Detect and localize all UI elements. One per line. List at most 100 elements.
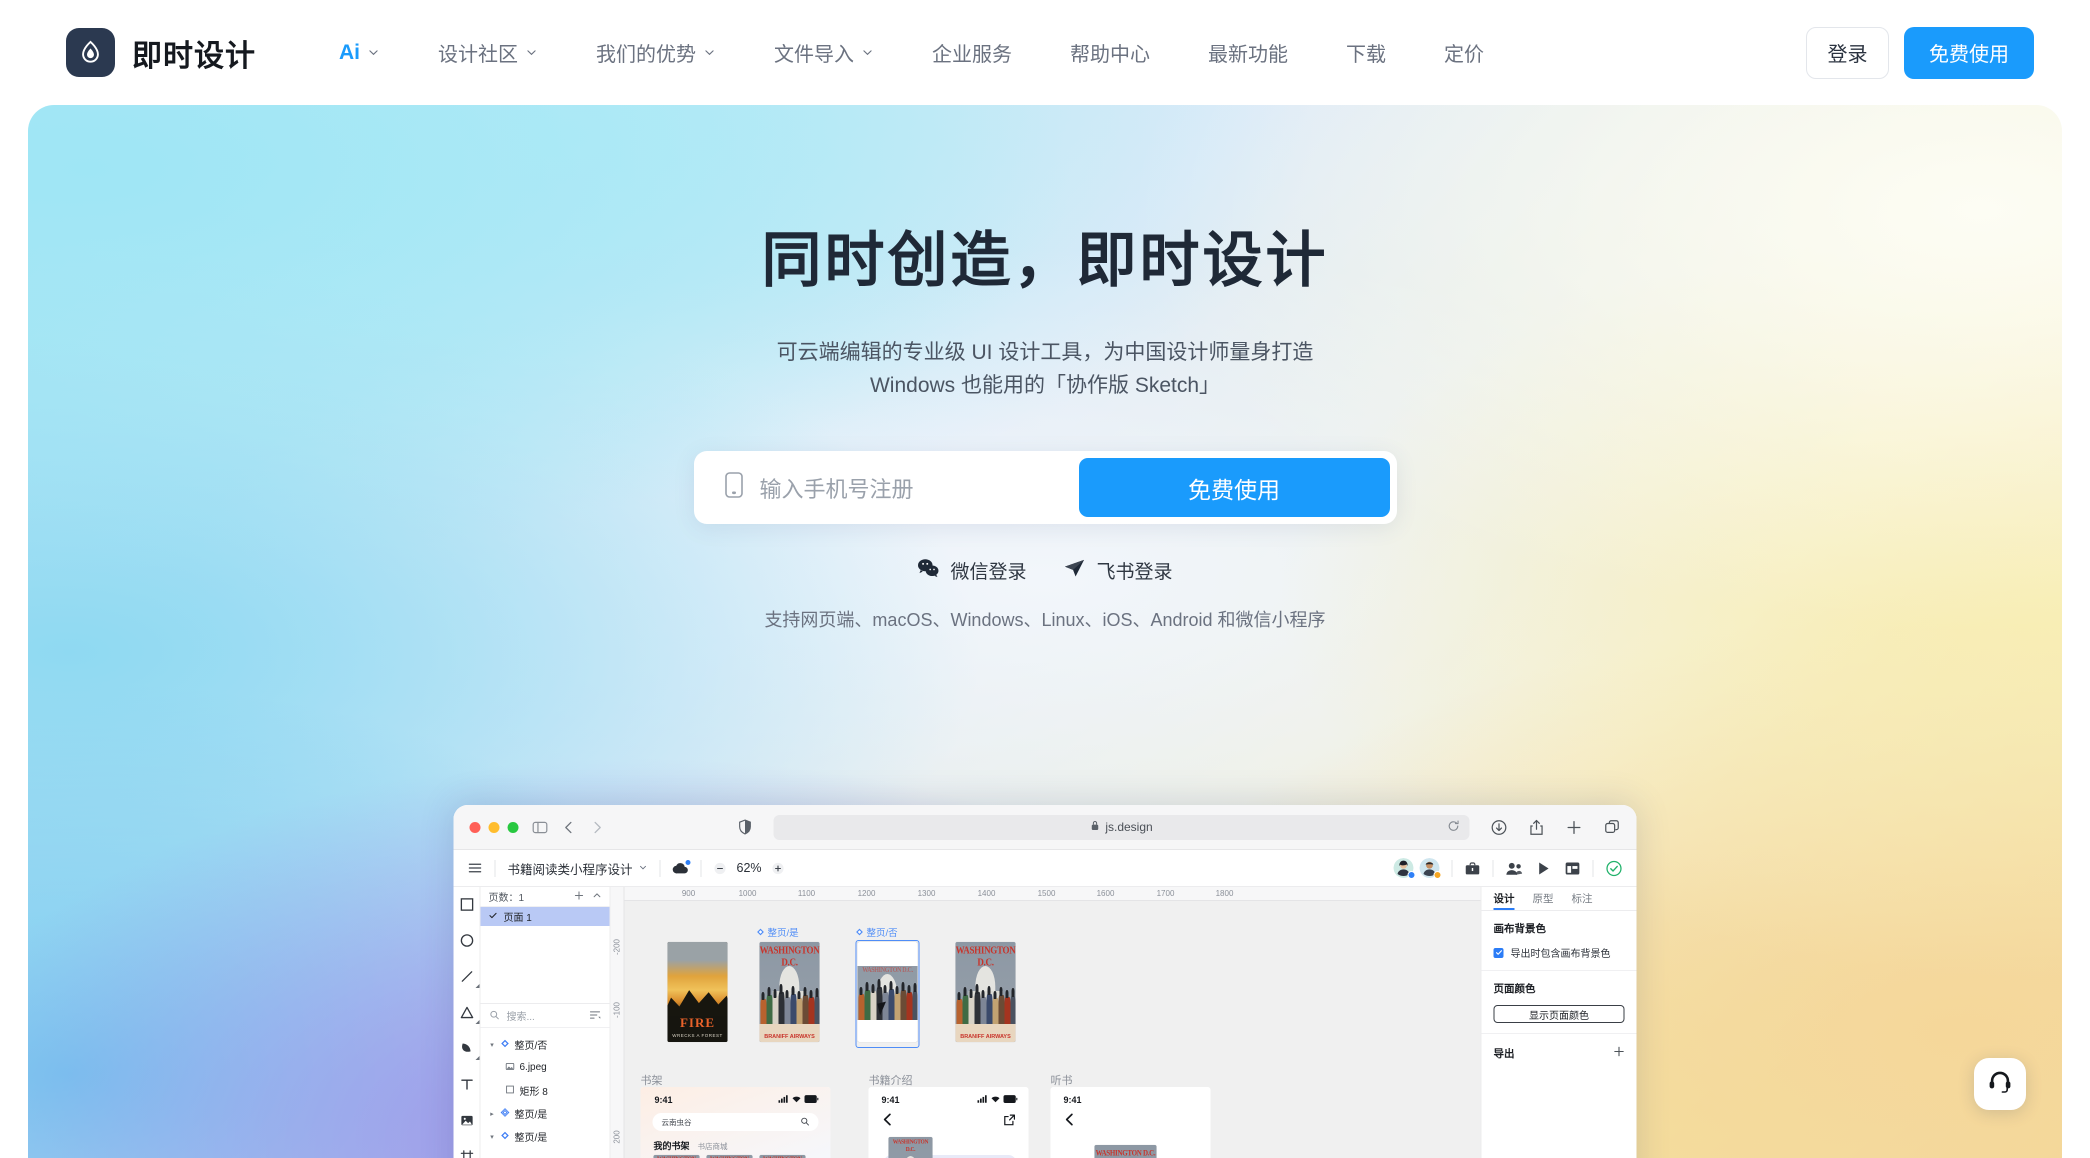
- share-icon[interactable]: [1529, 819, 1545, 836]
- phone-input-wrap[interactable]: 输入手机号注册: [701, 458, 1079, 517]
- component-set-icon: [500, 1107, 510, 1120]
- plus-icon[interactable]: [1566, 819, 1583, 836]
- reload-icon[interactable]: [1448, 819, 1460, 835]
- washington-poster-alt[interactable]: WASHINGTON D.C. BRANIFF AIRWAYS: [955, 942, 1016, 1042]
- fire-poster[interactable]: FIRE WRECKS A FOREST: [667, 942, 728, 1042]
- hero-signup-button[interactable]: 免费使用: [1078, 458, 1390, 518]
- artboard-name-book-intro[interactable]: 书籍介绍: [869, 1072, 913, 1088]
- share-external-icon[interactable]: [1004, 1113, 1016, 1131]
- layer-search[interactable]: 搜索...: [480, 1004, 610, 1028]
- nav-item-enterprise[interactable]: 企业服务: [903, 38, 1041, 67]
- tab-annotation[interactable]: 标注: [1572, 887, 1593, 910]
- artboard-label[interactable]: 整页/是: [757, 925, 799, 939]
- layer-row[interactable]: ▾ 整页/是: [481, 1125, 610, 1148]
- brand-logo[interactable]: 即时设计: [66, 28, 256, 77]
- nav-item-download[interactable]: 下载: [1317, 38, 1415, 67]
- washington-poster[interactable]: WASHINGTON D.C. BRANIFF AIRWAYS: [759, 942, 820, 1042]
- caret-expanded-icon[interactable]: ▾: [489, 1133, 496, 1141]
- book-cover[interactable]: WASHINGTON D.C.: [1094, 1145, 1157, 1158]
- top-navbar: 即时设计 Ai 设计社区 我们的优势 文件导入 企业服务 帮助中心 最新功能 下…: [0, 0, 2090, 105]
- hamburger-icon[interactable]: [468, 861, 483, 875]
- nav-item-ai[interactable]: Ai: [310, 41, 409, 65]
- shield-icon[interactable]: [738, 819, 753, 835]
- login-button[interactable]: 登录: [1806, 26, 1889, 79]
- chevron-up-icon[interactable]: [593, 891, 602, 903]
- check-circle-icon[interactable]: [1606, 860, 1623, 877]
- minus-icon[interactable]: [714, 862, 727, 875]
- line-tool-icon[interactable]: [458, 968, 479, 988]
- zoom-level-label: 62%: [736, 861, 762, 875]
- tab-prototype[interactable]: 原型: [1533, 887, 1554, 910]
- support-button[interactable]: [1974, 1058, 2026, 1110]
- checkbox-checked-icon[interactable]: [1493, 947, 1504, 958]
- cloud-status-icon[interactable]: [672, 860, 691, 875]
- layer-row[interactable]: 6.jpeg: [481, 1056, 610, 1079]
- rectangle-tool-icon[interactable]: [458, 896, 475, 913]
- close-window-icon[interactable]: [469, 821, 481, 833]
- tab-my-bookshelf[interactable]: 我的书架: [654, 1139, 690, 1152]
- signup-cta-button[interactable]: 免费使用: [1904, 26, 2034, 79]
- image-tool-icon[interactable]: [458, 1112, 475, 1129]
- back-arrow-icon[interactable]: [562, 820, 577, 835]
- artboard-audiobook[interactable]: 9:41 WASHINGTON D.C.: [1050, 1087, 1211, 1158]
- present-play-icon[interactable]: [1537, 861, 1551, 876]
- layer-row[interactable]: ▸ 整页/是: [481, 1102, 610, 1125]
- minimize-window-icon[interactable]: [488, 821, 500, 833]
- back-chevron-icon[interactable]: [883, 1113, 893, 1131]
- avatar-user-1[interactable]: [1393, 858, 1416, 879]
- search-icon[interactable]: [801, 1113, 810, 1131]
- design-canvas[interactable]: 900 1000 1100 1200 1300 1400 1500 1600 1…: [610, 887, 1481, 1158]
- copy-tabs-icon[interactable]: [1604, 819, 1621, 836]
- file-name-dropdown[interactable]: 书籍阅读类小程序设计: [508, 859, 648, 878]
- maximize-window-icon[interactable]: [507, 821, 519, 833]
- back-chevron-icon[interactable]: [1065, 1113, 1075, 1131]
- frame-tool-icon[interactable]: [458, 1148, 475, 1158]
- tab-bookstore[interactable]: 书店商城: [698, 1141, 728, 1152]
- wechat-login-button[interactable]: 微信登录: [917, 557, 1027, 584]
- forward-arrow-icon[interactable]: [590, 820, 605, 835]
- collaborator-avatars[interactable]: [1393, 858, 1442, 879]
- plus-icon[interactable]: [772, 862, 785, 875]
- text-tool-icon[interactable]: [458, 1076, 475, 1093]
- selection-box[interactable]: [855, 940, 920, 1048]
- include-canvas-bg-checkbox-row[interactable]: 导出时包含画布背景色: [1493, 945, 1625, 960]
- nav-item-file-import[interactable]: 文件导入: [745, 38, 903, 67]
- nav-item-community[interactable]: 设计社区: [409, 38, 567, 67]
- caret-collapsed-icon[interactable]: ▸: [489, 1110, 496, 1118]
- artboard-name-audiobook[interactable]: 听书: [1051, 1072, 1073, 1088]
- nav-item-pricing[interactable]: 定价: [1415, 38, 1513, 67]
- nav-item-advantages[interactable]: 我们的优势: [567, 38, 745, 67]
- divider: [1492, 859, 1494, 877]
- briefcase-icon[interactable]: [1465, 861, 1481, 876]
- avatar-user-2[interactable]: [1419, 858, 1442, 879]
- sidebar-toggle-icon[interactable]: [532, 819, 549, 836]
- layer-row[interactable]: ▾ 整页/否: [481, 1033, 610, 1056]
- download-icon[interactable]: [1491, 819, 1508, 836]
- invite-people-icon[interactable]: [1506, 861, 1523, 876]
- window-traffic-lights[interactable]: [469, 821, 519, 833]
- layout-panel-icon[interactable]: [1565, 861, 1581, 876]
- oauth-row: 微信登录 飞书登录: [28, 557, 2062, 584]
- triangle-tool-icon[interactable]: [458, 1004, 479, 1024]
- feishu-login-button[interactable]: 飞书登录: [1063, 557, 1173, 584]
- book-cover[interactable]: WASHINGTON D.C. BRANIFF AIRWAYS: [888, 1137, 933, 1158]
- pen-tool-icon[interactable]: [458, 1040, 479, 1060]
- plus-icon[interactable]: [1614, 1044, 1625, 1062]
- plus-icon[interactable]: [574, 890, 584, 903]
- ellipse-tool-icon[interactable]: [458, 932, 475, 949]
- layer-row[interactable]: 矩形 8: [481, 1079, 610, 1102]
- feishu-icon: [1063, 558, 1086, 584]
- sort-icon[interactable]: [589, 1007, 601, 1025]
- artboard-name-bookshelf[interactable]: 书架: [641, 1072, 663, 1088]
- artboard-book-intro[interactable]: 9:41 WASHINGTON D.C.: [868, 1087, 1029, 1158]
- tab-design[interactable]: 设计: [1493, 887, 1515, 910]
- artboard-label[interactable]: 整页/否: [856, 925, 898, 939]
- nav-item-help[interactable]: 帮助中心: [1041, 38, 1179, 67]
- caret-expanded-icon[interactable]: ▾: [489, 1041, 496, 1049]
- artboard-bookshelf[interactable]: 9:41 云南虫谷 我的书架 书店商城: [640, 1087, 831, 1158]
- address-bar[interactable]: js.design: [773, 814, 1470, 840]
- page-list-item[interactable]: 页面 1: [480, 907, 610, 926]
- show-page-color-button[interactable]: 显示页面颜色: [1493, 1005, 1625, 1023]
- nav-item-whats-new[interactable]: 最新功能: [1179, 38, 1317, 67]
- search-input[interactable]: 云南虫谷: [652, 1113, 819, 1131]
